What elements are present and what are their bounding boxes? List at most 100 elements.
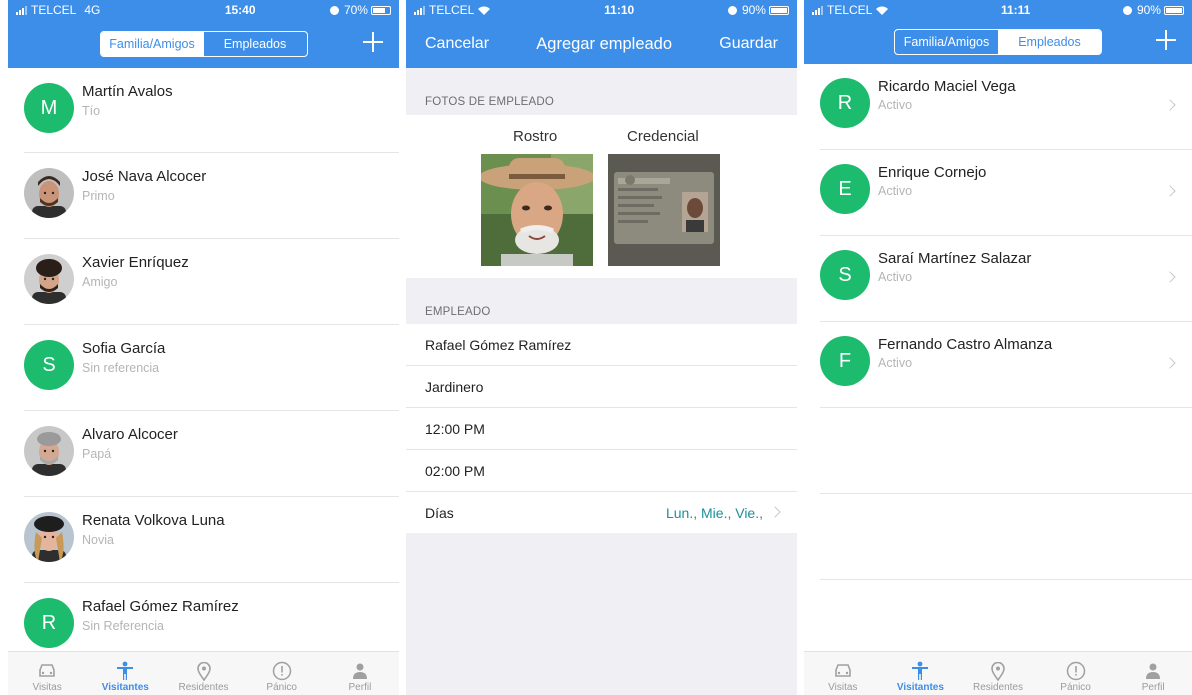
battery-icon (1163, 5, 1184, 15)
tab-label: Visitas (32, 682, 62, 693)
tab-label: Visitantes (896, 682, 944, 693)
contact-row[interactable]: M Martín Avalos Tío (24, 68, 399, 153)
credential-label: Credencial (627, 128, 699, 145)
carrier: TELCEL (31, 3, 77, 17)
phone-visitors-family: TELCEL 4G 15:40 70% Familia/Amigos Emple… (8, 0, 399, 695)
location-pin-icon (991, 660, 1005, 682)
contact-relation: Sin referencia (82, 361, 160, 375)
employee-status: Activo (878, 356, 913, 370)
contact-relation: Amigo (82, 275, 118, 289)
tab-label: Perfil (1141, 682, 1165, 693)
employee-row[interactable]: S Saraí Martínez Salazar Activo (820, 236, 1192, 322)
face-label: Rostro (513, 128, 558, 145)
status-bar: TELCEL 11:11 90% (804, 0, 1192, 20)
contact-row[interactable]: Xavier Enríquez Amigo (24, 239, 399, 325)
person-icon (911, 660, 929, 682)
status-bar: TELCEL 11:10 90% (406, 0, 797, 20)
days-label: Días (425, 504, 454, 521)
chevron-right-icon (1164, 99, 1176, 111)
carrier: TELCEL (429, 3, 475, 17)
tab-panico[interactable]: Pánico (243, 652, 321, 695)
tab-residentes[interactable]: Residentes (164, 652, 242, 695)
employee-name: Ricardo Maciel Vega (878, 78, 1016, 95)
tab-perfil[interactable]: Perfil (1114, 652, 1192, 695)
employee-name-field[interactable]: Rafael Gómez Ramírez (406, 324, 797, 366)
segmented-control: Familia/Amigos Empleados (894, 29, 1102, 55)
signal-icon (414, 5, 425, 15)
employee-name: Saraí Martínez Salazar (878, 250, 1032, 267)
tab-panico[interactable]: Pánico (1037, 652, 1115, 695)
contact-name: Rafael Gómez Ramírez (82, 598, 239, 615)
end-time-field[interactable]: 02:00 PM (406, 450, 797, 492)
contact-row[interactable]: Renata Volkova Luna Novia (24, 497, 399, 583)
phone-add-employee: TELCEL 11:10 90% Cancelar Agregar emplea… (406, 0, 797, 695)
tab-visitantes[interactable]: Visitantes (882, 652, 960, 695)
wifi-icon (478, 6, 491, 15)
start-time-field[interactable]: 12:00 PM (406, 408, 797, 450)
battery-percent: 90% (1136, 3, 1161, 17)
save-button[interactable]: Guardar (719, 35, 778, 53)
tab-label: Residentes (178, 682, 229, 693)
add-icon[interactable] (363, 32, 383, 52)
employee-role-field[interactable]: Jardinero (406, 366, 797, 408)
photos-section-header: FOTOS DE EMPLEADO (425, 96, 555, 108)
cancel-button[interactable]: Cancelar (425, 35, 489, 53)
status-bar: TELCEL 4G 15:40 70% (8, 0, 399, 20)
segment-employees[interactable]: Empleados (998, 30, 1101, 54)
battery-percent: 90% (741, 3, 766, 17)
alert-icon (1066, 660, 1086, 682)
employee-row[interactable]: F Fernando Castro Almanza Activo (820, 322, 1192, 408)
alarm-icon (727, 5, 737, 15)
contact-name: Martín Avalos (82, 83, 173, 100)
tab-visitas[interactable]: Visitas (804, 652, 882, 695)
add-icon[interactable] (1156, 30, 1176, 50)
segment-family-friends[interactable]: Familia/Amigos (895, 30, 998, 54)
contact-row[interactable]: José Nava Alcocer Primo (24, 153, 399, 239)
employee-row[interactable]: R Ricardo Maciel Vega Activo (820, 64, 1192, 150)
contact-name: Xavier Enríquez (82, 254, 189, 271)
avatar: R (820, 78, 870, 128)
carrier: TELCEL (827, 3, 873, 17)
alarm-icon (1122, 5, 1132, 15)
tab-label: Pánico (266, 682, 297, 693)
contact-name: Renata Volkova Luna (82, 512, 225, 529)
days-row[interactable]: Días Lun., Mie., Vie., (406, 492, 797, 533)
segment-family-friends[interactable]: Familia/Amigos (100, 32, 204, 56)
credential-photo[interactable] (608, 154, 720, 266)
contact-row[interactable]: Alvaro Alcocer Papá (24, 411, 399, 497)
chevron-right-icon (1164, 271, 1176, 283)
tab-visitantes[interactable]: Visitantes (86, 652, 164, 695)
contact-row[interactable]: S Sofia García Sin referencia (24, 325, 399, 411)
avatar: M (24, 83, 74, 133)
employee-row[interactable]: E Enrique Cornejo Activo (820, 150, 1192, 236)
employees-list: R Ricardo Maciel Vega Activo E Enrique Corne… (804, 64, 1192, 408)
tab-residentes[interactable]: Residentes (959, 652, 1037, 695)
segmented-control: Familia/Amigos Empleados (99, 31, 308, 57)
employee-name: Fernando Castro Almanza (878, 336, 1053, 353)
header: TELCEL 4G 15:40 70% Familia/Amigos Emple… (8, 0, 399, 68)
chevron-right-icon (1164, 185, 1176, 197)
photos-panel: Rostro Credencial (406, 115, 797, 278)
alarm-icon (329, 5, 339, 15)
location-pin-icon (196, 660, 211, 682)
wifi-icon (876, 6, 889, 15)
tab-label: Visitas (828, 682, 858, 693)
signal-icon (16, 5, 27, 15)
days-value: Lun., Mie., Vie., (665, 504, 763, 521)
contact-relation: Primo (82, 189, 115, 203)
avatar (24, 512, 74, 562)
phone-visitors-employees: TELCEL 11:11 90% Familia/Amigos Empleado… (804, 0, 1192, 695)
contact-relation: Sin Referencia (82, 619, 164, 633)
employee-status: Activo (878, 98, 913, 112)
tab-visitas[interactable]: Visitas (8, 652, 86, 695)
battery-percent: 70% (343, 3, 368, 17)
face-photo[interactable] (481, 154, 593, 266)
empty-row (820, 494, 1192, 580)
tab-label: Residentes (972, 682, 1023, 693)
empty-row (820, 408, 1192, 494)
tab-perfil[interactable]: Perfil (321, 652, 399, 695)
header: TELCEL 11:10 90% Cancelar Agregar emplea… (406, 0, 797, 68)
nav-bar: Familia/Amigos Empleados (804, 20, 1192, 64)
clock: 15:40 (224, 3, 256, 17)
segment-employees[interactable]: Empleados (204, 32, 307, 56)
